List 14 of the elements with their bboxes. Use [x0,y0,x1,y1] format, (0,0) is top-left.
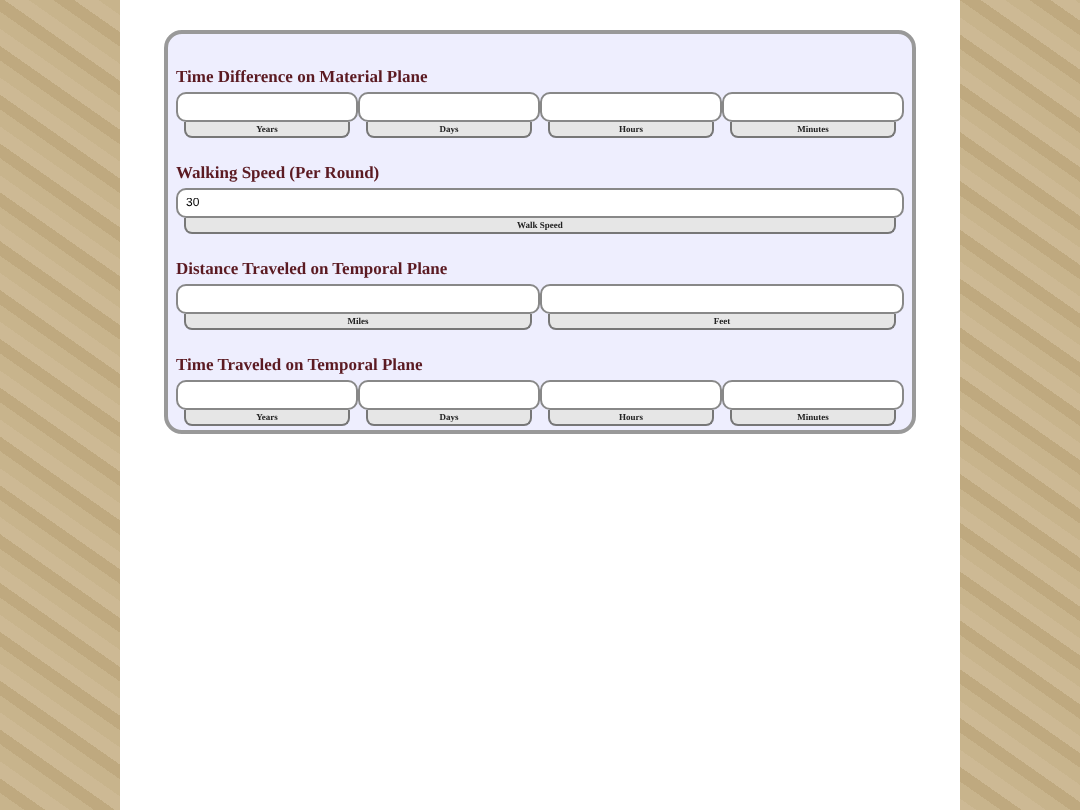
input-field[interactable] [176,380,358,410]
input-field[interactable] [540,284,904,314]
input-field[interactable] [358,92,540,122]
input-field[interactable] [358,380,540,410]
input-field[interactable] [540,92,722,122]
input-field[interactable] [722,92,904,122]
input-field[interactable] [540,380,722,410]
input-field[interactable] [176,284,540,314]
section-heading: Time Traveled on Temporal Plane [176,354,425,374]
section-heading: Walking Speed (Per Round) [176,162,382,182]
section-heading: Time Difference on Material Plane [176,66,430,86]
section-heading: Distance Traveled on Temporal Plane [176,258,450,278]
input-field[interactable] [722,380,904,410]
input-field[interactable] [176,92,358,122]
